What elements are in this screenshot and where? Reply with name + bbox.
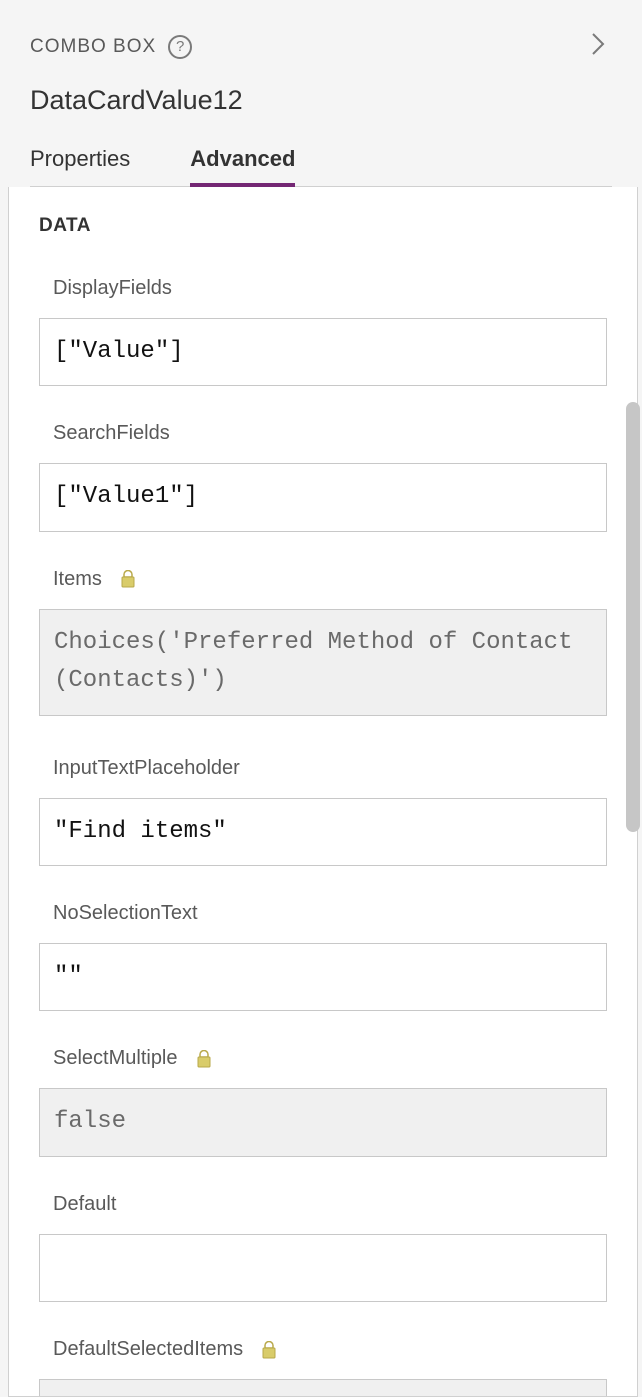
property-label-no-selection-text: NoSelectionText bbox=[53, 902, 198, 925]
scrollbar-thumb[interactable] bbox=[626, 402, 640, 832]
property-label-select-multiple: SelectMultiple bbox=[53, 1047, 178, 1070]
section-data-title: DATA bbox=[39, 215, 607, 237]
tabs: Properties Advanced bbox=[30, 146, 612, 187]
property-label-default-selected-items: DefaultSelectedItems bbox=[53, 1338, 243, 1361]
properties-panel: DATA DisplayFields SearchFields Items Ch… bbox=[9, 187, 637, 1397]
lock-icon bbox=[261, 1341, 277, 1359]
lock-icon bbox=[120, 570, 136, 588]
chevron-right-icon[interactable] bbox=[584, 26, 612, 67]
control-name: DataCardValue12 bbox=[30, 85, 612, 116]
property-search-fields: SearchFields bbox=[39, 422, 607, 531]
lock-icon bbox=[196, 1050, 212, 1068]
tab-properties[interactable]: Properties bbox=[30, 146, 130, 186]
property-label-search-fields: SearchFields bbox=[53, 422, 170, 445]
properties-panel-wrapper: DATA DisplayFields SearchFields Items Ch… bbox=[8, 187, 638, 1397]
property-label-default: Default bbox=[53, 1193, 116, 1216]
property-default-selected-items: DefaultSelectedItems bbox=[39, 1338, 607, 1397]
property-select-multiple: SelectMultiple bbox=[39, 1047, 607, 1156]
search-fields-input[interactable] bbox=[39, 463, 607, 531]
property-input-text-placeholder: InputTextPlaceholder bbox=[39, 757, 607, 866]
items-input[interactable]: Choices('Preferred Method of Contact (Co… bbox=[39, 609, 607, 716]
tab-advanced[interactable]: Advanced bbox=[190, 146, 295, 186]
property-items: Items Choices('Preferred Method of Conta… bbox=[39, 568, 607, 721]
control-type-label: COMBO BOX bbox=[30, 36, 156, 58]
default-input[interactable] bbox=[39, 1234, 607, 1302]
help-icon[interactable]: ? bbox=[168, 35, 192, 59]
control-type-left: COMBO BOX ? bbox=[30, 35, 192, 59]
input-text-placeholder-input[interactable] bbox=[39, 798, 607, 866]
property-label-input-text-placeholder: InputTextPlaceholder bbox=[53, 757, 240, 780]
default-selected-items-input[interactable] bbox=[39, 1379, 607, 1397]
property-label-items: Items bbox=[53, 568, 102, 591]
select-multiple-input[interactable] bbox=[39, 1088, 607, 1156]
no-selection-text-input[interactable] bbox=[39, 943, 607, 1011]
control-type-row: COMBO BOX ? bbox=[30, 26, 612, 67]
property-default: Default bbox=[39, 1193, 607, 1302]
properties-pane-header: COMBO BOX ? DataCardValue12 Properties A… bbox=[0, 0, 642, 187]
property-display-fields: DisplayFields bbox=[39, 277, 607, 386]
display-fields-input[interactable] bbox=[39, 318, 607, 386]
property-no-selection-text: NoSelectionText bbox=[39, 902, 607, 1011]
property-label-display-fields: DisplayFields bbox=[53, 277, 172, 300]
